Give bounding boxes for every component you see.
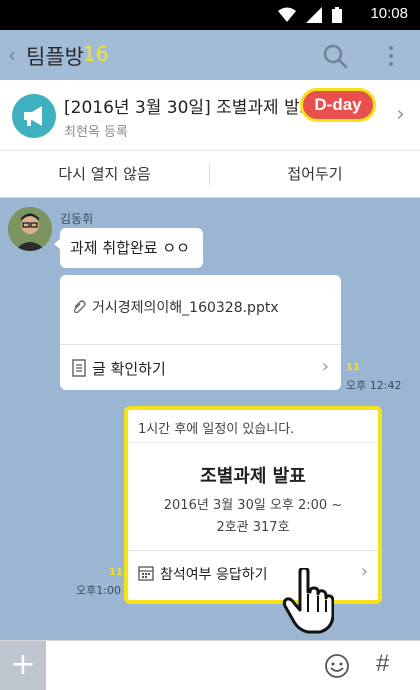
- event-datetime: 2016년 3월 30일 오후 2:00 ~: [163, 498, 343, 513]
- file-name[interactable]: 거시경제의이해_160328.pptx: [92, 297, 279, 317]
- chat-header: ‹ 팀플방 16: [0, 30, 420, 80]
- member-count: 16: [83, 42, 109, 66]
- avatar[interactable]: [8, 207, 52, 251]
- file-card[interactable]: 거시경제의이해_160328.pptx 글 확인하기 ›: [60, 275, 341, 390]
- calendar-icon: [138, 566, 154, 581]
- chevron-right-icon[interactable]: ›: [396, 102, 405, 127]
- signal-icon: [306, 7, 322, 23]
- event-location: 2호관 317호: [216, 520, 290, 535]
- hand-pointer-icon: [282, 568, 334, 634]
- dont-show-again-button[interactable]: 다시 열지 않음: [0, 151, 209, 198]
- chevron-right-icon[interactable]: ›: [322, 356, 329, 377]
- divider: [128, 550, 378, 551]
- input-bar: + #: [0, 640, 420, 690]
- event-card[interactable]: 1시간 후에 일정이 있습니다. 조별과제 발표 2016년 3월 30일 오후…: [124, 406, 382, 604]
- status-icons: [278, 7, 342, 23]
- message-time: 오후1:00: [76, 584, 121, 597]
- more-options-icon[interactable]: [384, 44, 398, 68]
- notice-author: 최현옥 등록: [64, 125, 128, 140]
- status-bar: 10:08: [0, 0, 420, 30]
- collapse-button[interactable]: 접어두기: [210, 151, 420, 198]
- divider: [60, 344, 341, 345]
- document-icon: [72, 359, 86, 377]
- event-title: 조별과제 발표: [200, 466, 306, 487]
- rsvp-button[interactable]: 참석여부 응답하기: [160, 564, 268, 584]
- divider: [128, 442, 378, 443]
- search-icon[interactable]: [322, 43, 348, 69]
- unread-count: 11: [346, 362, 360, 373]
- view-post-button[interactable]: 글 확인하기: [92, 358, 166, 379]
- battery-icon: [332, 7, 342, 23]
- notice-title[interactable]: [2016년 3월 30일] 조별과제 발표: [64, 93, 315, 118]
- status-time: 10:08: [370, 5, 408, 22]
- message-bubble[interactable]: 과제 취합완료 ㅇㅇ: [54, 228, 203, 268]
- hashtag-search-icon[interactable]: #: [376, 650, 389, 678]
- dday-badge: D-day: [300, 88, 376, 122]
- room-name: 팀플방: [26, 45, 84, 69]
- back-icon[interactable]: ‹: [8, 43, 16, 67]
- add-attachment-button[interactable]: +: [0, 641, 46, 690]
- notice-banner: [2016년 3월 30일] 조별과제 발표 D-day › 최현옥 등록 다시…: [0, 80, 420, 198]
- wifi-icon: [278, 7, 296, 22]
- paperclip-icon: [73, 300, 86, 313]
- emoji-icon[interactable]: [324, 653, 350, 679]
- sender-name: 김동휘: [60, 212, 94, 226]
- chevron-right-icon[interactable]: ›: [361, 561, 368, 582]
- message-time: 오후 12:42: [346, 379, 402, 392]
- megaphone-icon: [12, 94, 56, 138]
- event-header: 1시간 후에 일정이 있습니다.: [138, 422, 295, 437]
- unread-count: 11: [109, 567, 123, 578]
